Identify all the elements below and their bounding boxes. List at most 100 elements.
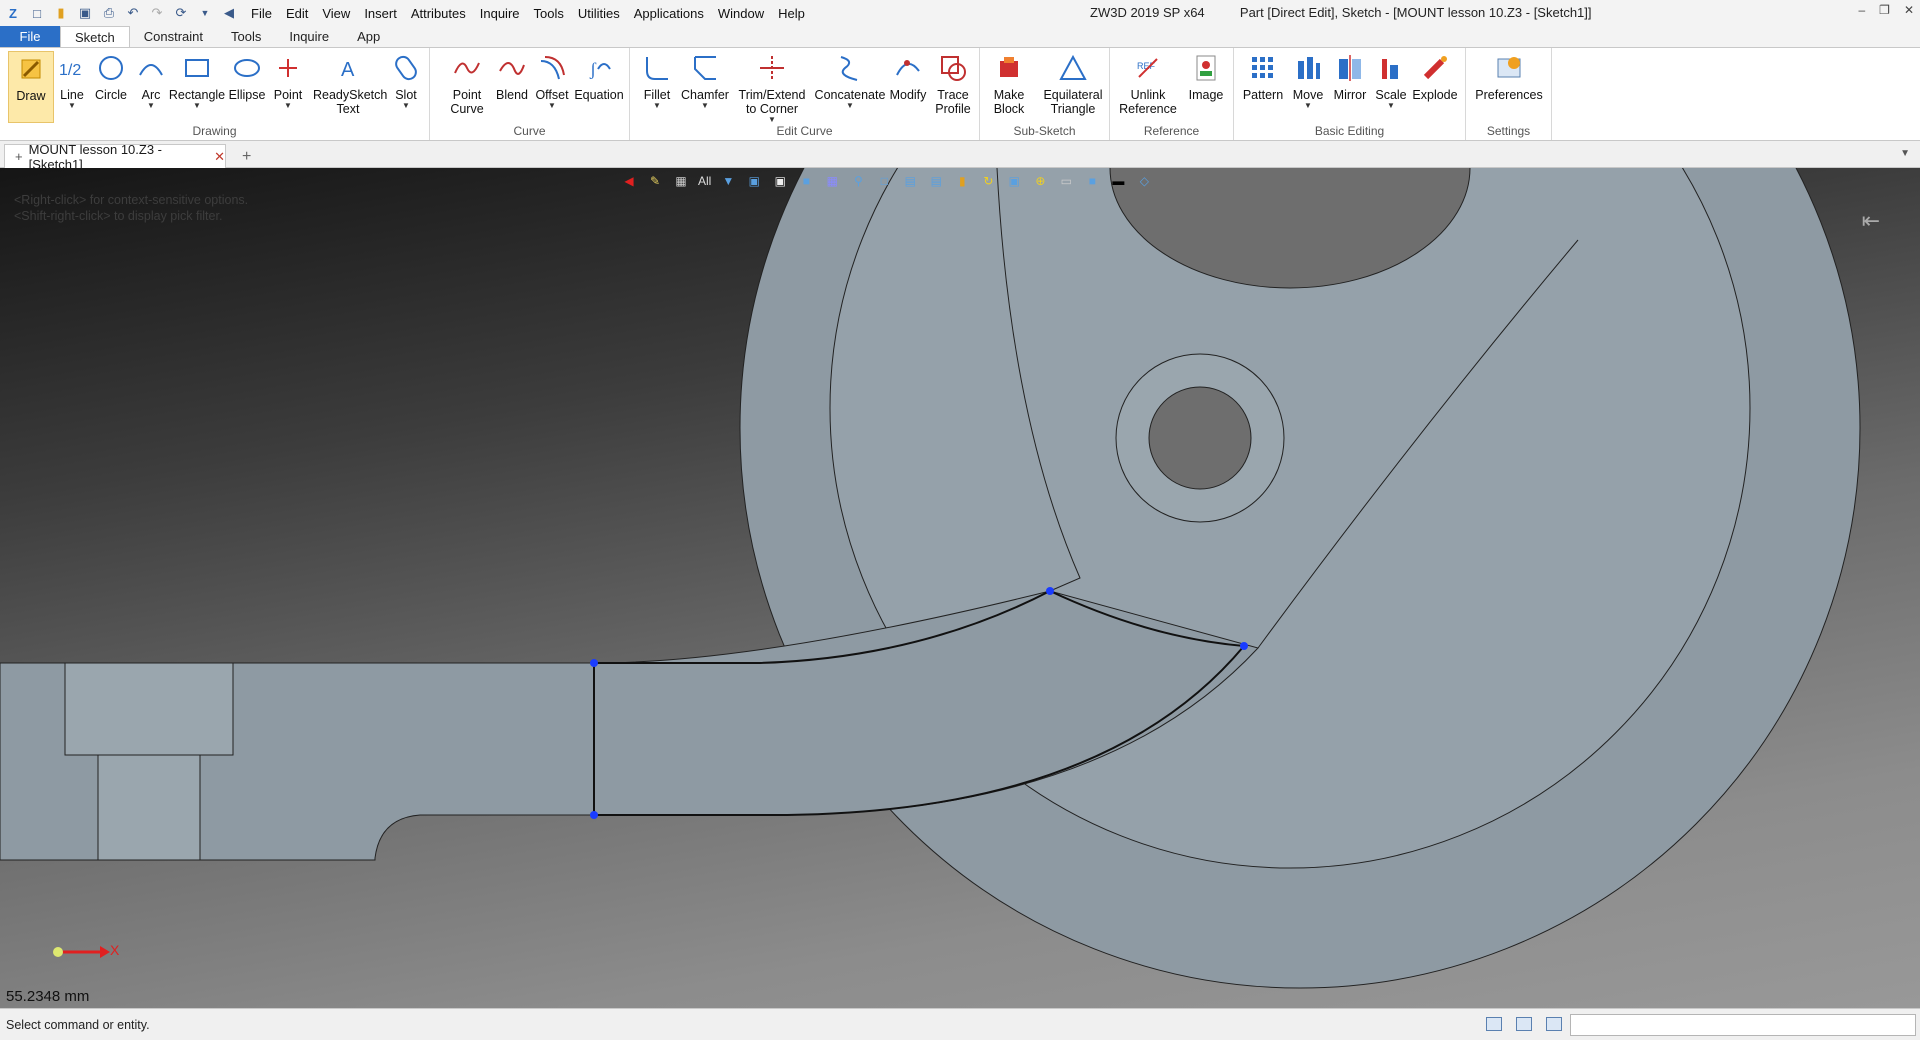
point-curve-button[interactable]: Point Curve bbox=[444, 51, 490, 116]
filter-all-label[interactable]: All bbox=[698, 174, 711, 188]
point-icon bbox=[271, 51, 305, 85]
trace-profile-icon bbox=[936, 51, 970, 85]
monitor-icon[interactable]: ▭ bbox=[1057, 172, 1075, 190]
menu-insert[interactable]: Insert bbox=[357, 6, 404, 21]
document-tab[interactable]: + MOUNT lesson 10.Z3 - [Sketch1] ✕ bbox=[4, 142, 226, 172]
color-icon[interactable]: ▮ bbox=[953, 172, 971, 190]
tab-list-icon[interactable]: ▼ bbox=[1900, 148, 1910, 159]
status-text: Select command or entity. bbox=[6, 1018, 150, 1032]
menu-edit[interactable]: Edit bbox=[279, 6, 315, 21]
menu-view[interactable]: View bbox=[315, 6, 357, 21]
menu-inquire[interactable]: Inquire bbox=[473, 6, 527, 21]
customize-arrow-icon[interactable]: ▼ bbox=[196, 4, 214, 22]
menu-utilities[interactable]: Utilities bbox=[571, 6, 627, 21]
group-drawing: Draw 1/2 Line ▼ Circle Arc ▼ Rectangle ▼ El… bbox=[0, 48, 430, 140]
equation-button[interactable]: ʃ Equation bbox=[572, 51, 626, 102]
back-icon[interactable]: ◀ bbox=[620, 172, 638, 190]
unlink-reference-button[interactable]: REF Unlink Reference bbox=[1116, 51, 1180, 116]
graphics-viewport[interactable]: <Right-click> for context-sensitive opti… bbox=[0, 168, 1920, 1008]
app-logo-icon[interactable]: Z bbox=[4, 4, 22, 22]
offset-button[interactable]: Offset ▼ bbox=[532, 51, 572, 110]
tab-tools[interactable]: Tools bbox=[217, 26, 275, 47]
trace-profile-button[interactable]: Trace Profile bbox=[930, 51, 976, 116]
make-block-button[interactable]: Make Block bbox=[986, 51, 1032, 116]
menu-applications[interactable]: Applications bbox=[627, 6, 711, 21]
status-screen-icon[interactable] bbox=[1516, 1017, 1532, 1031]
scale-button[interactable]: Scale ▼ bbox=[1372, 51, 1410, 110]
sketch-point[interactable] bbox=[1240, 642, 1248, 650]
command-input[interactable] bbox=[1570, 1014, 1916, 1036]
arc-button[interactable]: Arc ▼ bbox=[134, 51, 168, 110]
save-icon[interactable]: ▣ bbox=[76, 4, 94, 22]
regen-icon[interactable]: ⟳ bbox=[172, 4, 190, 22]
new-file-icon[interactable]: □ bbox=[28, 4, 46, 22]
sketch-point[interactable] bbox=[590, 811, 598, 819]
menu-attributes[interactable]: Attributes bbox=[404, 6, 473, 21]
menu-tools[interactable]: Tools bbox=[527, 6, 571, 21]
sketch-point[interactable] bbox=[590, 659, 598, 667]
tab-constraint[interactable]: Constraint bbox=[130, 26, 217, 47]
move-button[interactable]: Move ▼ bbox=[1288, 51, 1328, 110]
snap-icon[interactable]: ↻ bbox=[979, 172, 997, 190]
equilateral-triangle-button[interactable]: Equilateral Triangle bbox=[1038, 51, 1108, 116]
modify-button[interactable]: Modify bbox=[886, 51, 930, 102]
menu-window[interactable]: Window bbox=[711, 6, 771, 21]
back-arrow-icon[interactable]: ◀ bbox=[220, 4, 238, 22]
filter-icon[interactable]: ▦ bbox=[672, 172, 690, 190]
more-icon[interactable]: ◇ bbox=[1135, 172, 1153, 190]
pen-icon[interactable]: ✎ bbox=[646, 172, 664, 190]
status-toolbar-icon[interactable] bbox=[1486, 1017, 1502, 1031]
chamfer-button[interactable]: Chamfer ▼ bbox=[680, 51, 730, 110]
close-icon[interactable]: ✕ bbox=[1904, 3, 1914, 17]
tab-inquire[interactable]: Inquire bbox=[275, 26, 343, 47]
slot-button[interactable]: Slot ▼ bbox=[388, 51, 424, 110]
zoom-fit-icon[interactable]: □ bbox=[875, 172, 893, 190]
rectangle-button[interactable]: Rectangle ▼ bbox=[168, 51, 226, 110]
layer-icon[interactable]: ■ bbox=[1083, 172, 1101, 190]
line-button[interactable]: 1/2 Line ▼ bbox=[54, 51, 90, 110]
open-folder-icon[interactable]: ▮ bbox=[52, 4, 70, 22]
cube-view-icon[interactable]: ▣ bbox=[745, 172, 763, 190]
readysketch-text-button[interactable]: A ReadySketch Text bbox=[308, 51, 388, 116]
pick-icon[interactable]: ▼ bbox=[719, 172, 737, 190]
view-orient-icon[interactable]: ■ bbox=[797, 172, 815, 190]
add-tab-icon[interactable]: + bbox=[242, 148, 251, 166]
circle-button[interactable]: Circle bbox=[92, 51, 130, 102]
status-list-icon[interactable] bbox=[1546, 1017, 1562, 1031]
grid-icon[interactable]: ▦ bbox=[823, 172, 841, 190]
trim-extend-button[interactable]: Trim/Extend to Corner ▼ bbox=[730, 51, 814, 124]
tab-app[interactable]: App bbox=[343, 26, 394, 47]
explode-button[interactable]: Explode bbox=[1410, 51, 1460, 102]
move-icon bbox=[1291, 51, 1325, 85]
ellipse-button[interactable]: Ellipse bbox=[228, 51, 266, 102]
pattern-button[interactable]: Pattern bbox=[1240, 51, 1286, 102]
draw-button[interactable]: Draw bbox=[8, 51, 54, 123]
concatenate-button[interactable]: Concatenate ▼ bbox=[814, 51, 886, 110]
exit-sketch-icon[interactable]: ⇤ bbox=[1862, 208, 1880, 234]
cube-shaded-icon[interactable]: ▣ bbox=[771, 172, 789, 190]
display-icon[interactable]: ▤ bbox=[927, 172, 945, 190]
image-button[interactable]: Image bbox=[1184, 51, 1228, 102]
section-icon[interactable]: ▤ bbox=[901, 172, 919, 190]
restore-icon[interactable]: ❐ bbox=[1879, 3, 1890, 17]
sketch-canvas[interactable] bbox=[0, 168, 1920, 1008]
line-style-icon[interactable]: ▬ bbox=[1109, 172, 1127, 190]
sketch-point[interactable] bbox=[1046, 587, 1054, 595]
zoom-icon[interactable]: ⚲ bbox=[849, 172, 867, 190]
minimize-icon[interactable]: – bbox=[1858, 3, 1865, 17]
preferences-button[interactable]: Preferences bbox=[1470, 51, 1548, 102]
menu-help[interactable]: Help bbox=[771, 6, 812, 21]
target-icon[interactable]: ⊕ bbox=[1031, 172, 1049, 190]
point-button[interactable]: Point ▼ bbox=[270, 51, 306, 110]
mirror-button[interactable]: Mirror bbox=[1328, 51, 1372, 102]
undo-icon[interactable]: ↶ bbox=[124, 4, 142, 22]
print-icon[interactable]: ⎙ bbox=[100, 4, 118, 22]
tab-file[interactable]: File bbox=[0, 26, 60, 47]
blend-button[interactable]: Blend bbox=[492, 51, 532, 102]
redo-icon[interactable]: ↷ bbox=[148, 4, 166, 22]
tab-sketch[interactable]: Sketch bbox=[60, 26, 130, 47]
render-icon[interactable]: ▣ bbox=[1005, 172, 1023, 190]
menu-file[interactable]: File bbox=[244, 6, 279, 21]
close-tab-icon[interactable]: ✕ bbox=[214, 149, 225, 165]
fillet-button[interactable]: Fillet ▼ bbox=[634, 51, 680, 110]
